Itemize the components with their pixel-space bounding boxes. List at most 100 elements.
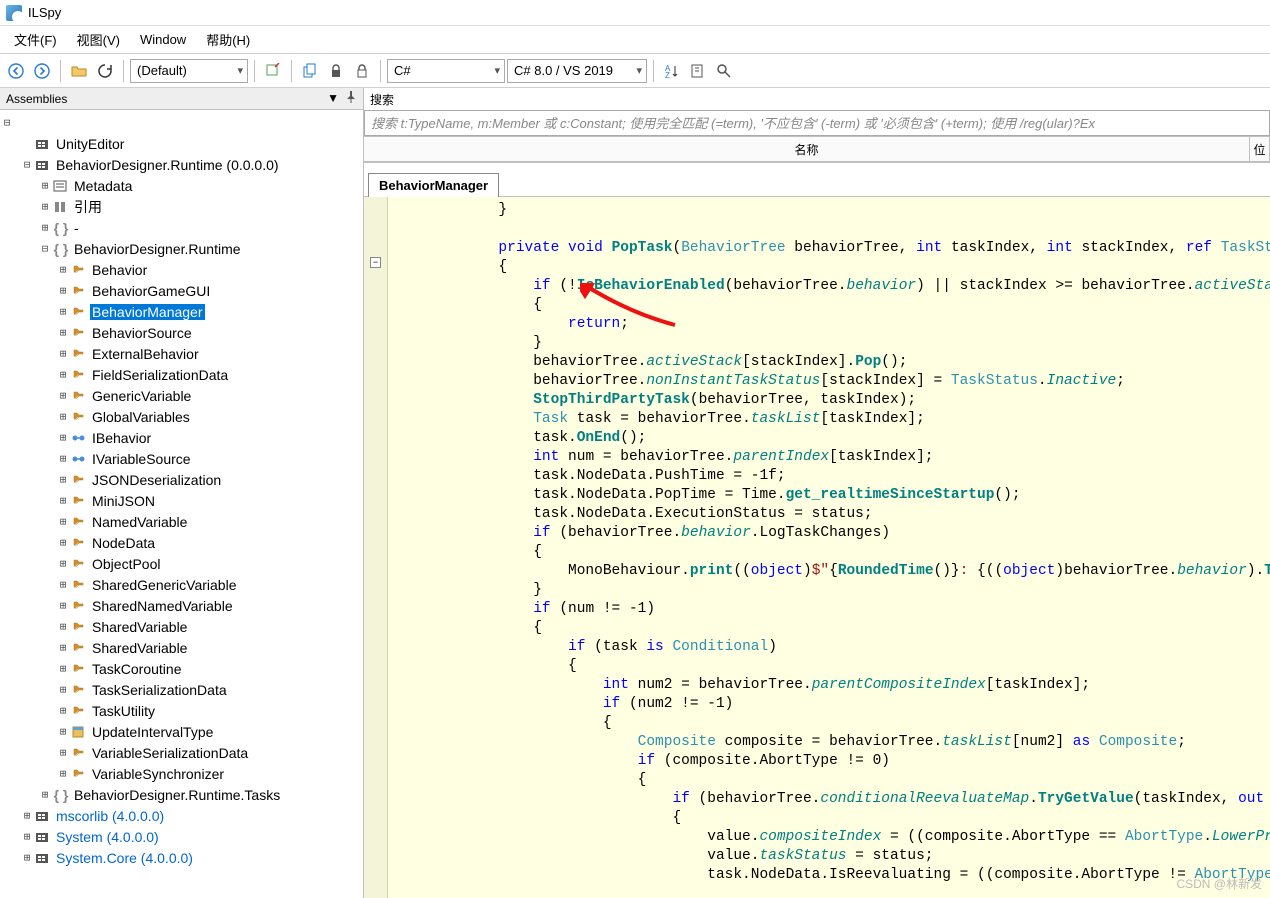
expander-icon[interactable]: ⊞ (56, 767, 70, 780)
expander-icon[interactable]: ⊟ (38, 242, 52, 255)
tree-node-ivariablesource[interactable]: ⊞IVariableSource (0, 448, 363, 469)
tree-node--[interactable]: ⊞{ }- (0, 217, 363, 238)
expander-icon[interactable]: ⊞ (56, 305, 70, 318)
tree-node-sharedvariable-t-[interactable]: ⊞SharedVariable (0, 637, 363, 658)
expander-icon[interactable]: ⊟ (20, 158, 34, 171)
col-name[interactable]: 名称 (364, 137, 1250, 161)
tree-node-taskutility[interactable]: ⊞TaskUtility (0, 700, 363, 721)
tree-node-genericvariable[interactable]: ⊞GenericVariable (0, 385, 363, 406)
expander-icon[interactable]: ⊞ (20, 830, 34, 843)
expander-icon[interactable]: ⊞ (56, 578, 70, 591)
assembly-tree[interactable]: ⊟ UnityEditor⊟BehaviorDesigner.Runtime (… (0, 110, 363, 898)
nav-forward-button[interactable] (30, 59, 54, 83)
expander-icon[interactable]: ⊞ (56, 536, 70, 549)
search-button[interactable] (712, 59, 736, 83)
menu-view[interactable]: 视图(V) (67, 26, 130, 53)
config-dropdown[interactable]: (Default) (130, 59, 248, 83)
expander-icon[interactable]: ⊞ (38, 788, 52, 801)
tree-node-sharedgenericvariable[interactable]: ⊞SharedGenericVariable (0, 574, 363, 595)
tree-node-mscorlib-4-0-0-0-[interactable]: ⊞mscorlib (4.0.0.0) (0, 805, 363, 826)
expander-icon[interactable]: ⊞ (56, 473, 70, 486)
tree-node-metadata[interactable]: ⊞Metadata (0, 175, 363, 196)
collapse-button[interactable] (686, 59, 710, 83)
expander-icon[interactable]: ⊞ (56, 746, 70, 759)
tree-node-behaviordesigner-runtime-tasks[interactable]: ⊞{ }BehaviorDesigner.Runtime.Tasks (0, 784, 363, 805)
refresh-button[interactable] (93, 59, 117, 83)
menu-help[interactable]: 帮助(H) (196, 26, 260, 53)
expander-icon[interactable]: ⊞ (56, 410, 70, 423)
tree-node-behaviorsource[interactable]: ⊞BehaviorSource (0, 322, 363, 343)
copy-button[interactable] (298, 59, 322, 83)
expander-icon[interactable] (20, 137, 34, 150)
lock-private-button[interactable] (324, 59, 348, 83)
asm-icon (34, 851, 52, 865)
tree-node-sharednamedvariable[interactable]: ⊞SharedNamedVariable (0, 595, 363, 616)
tree-node-system-core-4-0-0-0-[interactable]: ⊞System.Core (4.0.0.0) (0, 847, 363, 868)
remove-button[interactable] (261, 59, 285, 83)
panel-pin-icon[interactable] (345, 91, 357, 106)
expander-icon[interactable]: ⊞ (20, 809, 34, 822)
tree-node-behavior[interactable]: ⊞Behavior (0, 259, 363, 280)
tree-node-minijson[interactable]: ⊞MiniJSON (0, 490, 363, 511)
tree-node-fieldserializationdata[interactable]: ⊞FieldSerializationData (0, 364, 363, 385)
expander-icon[interactable]: ⊞ (20, 851, 34, 864)
tree-node-taskcoroutine[interactable]: ⊞TaskCoroutine (0, 658, 363, 679)
expander-icon[interactable]: ⊞ (56, 263, 70, 276)
expander-icon[interactable]: ⊞ (56, 284, 70, 297)
expander-icon[interactable]: ⊞ (56, 683, 70, 696)
tree-node-unityeditor[interactable]: UnityEditor (0, 133, 363, 154)
expander-icon[interactable]: ⊞ (56, 620, 70, 633)
tree-node-ibehavior[interactable]: ⊞IBehavior (0, 427, 363, 448)
tree-node-updateintervaltype[interactable]: ⊞UpdateIntervalType (0, 721, 363, 742)
tree-node-externalbehavior[interactable]: ⊞ExternalBehavior (0, 343, 363, 364)
lock-internal-button[interactable] (350, 59, 374, 83)
tree-node-taskserializationdata[interactable]: ⊞TaskSerializationData (0, 679, 363, 700)
tree-node-globalvariables[interactable]: ⊞GlobalVariables (0, 406, 363, 427)
tree-node-behaviordesigner-runtime-0-0-0-0-[interactable]: ⊟BehaviorDesigner.Runtime (0.0.0.0) (0, 154, 363, 175)
language-version-dropdown[interactable]: C# 8.0 / VS 2019 (507, 59, 647, 83)
tree-node-behaviorgamegui[interactable]: ⊞BehaviorGameGUI (0, 280, 363, 301)
tree-node-variablesynchronizer[interactable]: ⊞VariableSynchronizer (0, 763, 363, 784)
tree-node-system-4-0-0-0-[interactable]: ⊞System (4.0.0.0) (0, 826, 363, 847)
code-text[interactable]: } private void PopTask(BehaviorTree beha… (364, 197, 1270, 889)
expander-icon[interactable]: ⊞ (56, 389, 70, 402)
tree-node-behaviormanager[interactable]: ⊞BehaviorManager (0, 301, 363, 322)
tree-node-nodedata[interactable]: ⊞NodeData (0, 532, 363, 553)
expander-icon[interactable]: ⊞ (56, 599, 70, 612)
panel-dropdown-icon[interactable]: ▼ (327, 91, 339, 106)
menu-window[interactable]: Window (130, 28, 196, 51)
col-location[interactable]: 位 (1250, 137, 1270, 161)
tree-node-sharedvariable[interactable]: ⊞SharedVariable (0, 616, 363, 637)
menu-file[interactable]: 文件(F) (4, 26, 67, 53)
tree-node-jsondeserialization[interactable]: ⊞JSONDeserialization (0, 469, 363, 490)
tree-node-variableserializationdata[interactable]: ⊞VariableSerializationData (0, 742, 363, 763)
sort-button[interactable]: AZ (660, 59, 684, 83)
expander-icon[interactable]: ⊞ (56, 662, 70, 675)
expander-icon[interactable]: ⊞ (56, 431, 70, 444)
expander-icon[interactable]: ⊞ (56, 725, 70, 738)
expander-icon[interactable]: ⊟ (0, 116, 14, 129)
code-viewer[interactable]: − } private void PopTask(BehaviorTree be… (364, 197, 1270, 898)
tab-behaviormanager[interactable]: BehaviorManager (368, 173, 499, 197)
expander-icon[interactable]: ⊞ (56, 347, 70, 360)
expander-icon[interactable]: ⊞ (38, 179, 52, 192)
expander-icon[interactable]: ⊞ (38, 221, 52, 234)
tree-node--[interactable]: ⊞引用 (0, 196, 363, 217)
expander-icon[interactable]: ⊞ (56, 494, 70, 507)
expander-icon[interactable]: ⊞ (56, 641, 70, 654)
expander-icon[interactable]: ⊞ (56, 452, 70, 465)
language-dropdown[interactable]: C# (387, 59, 505, 83)
fold-toggle[interactable]: − (370, 257, 381, 268)
expander-icon[interactable]: ⊞ (56, 557, 70, 570)
search-input[interactable] (364, 110, 1270, 136)
expander-icon[interactable]: ⊞ (56, 515, 70, 528)
expander-icon[interactable]: ⊞ (56, 326, 70, 339)
tree-node-behaviordesigner-runtime[interactable]: ⊟{ }BehaviorDesigner.Runtime (0, 238, 363, 259)
expander-icon[interactable]: ⊞ (56, 704, 70, 717)
expander-icon[interactable]: ⊞ (38, 200, 52, 213)
tree-node-objectpool[interactable]: ⊞ObjectPool (0, 553, 363, 574)
tree-node-namedvariable[interactable]: ⊞NamedVariable (0, 511, 363, 532)
open-button[interactable] (67, 59, 91, 83)
expander-icon[interactable]: ⊞ (56, 368, 70, 381)
nav-back-button[interactable] (4, 59, 28, 83)
